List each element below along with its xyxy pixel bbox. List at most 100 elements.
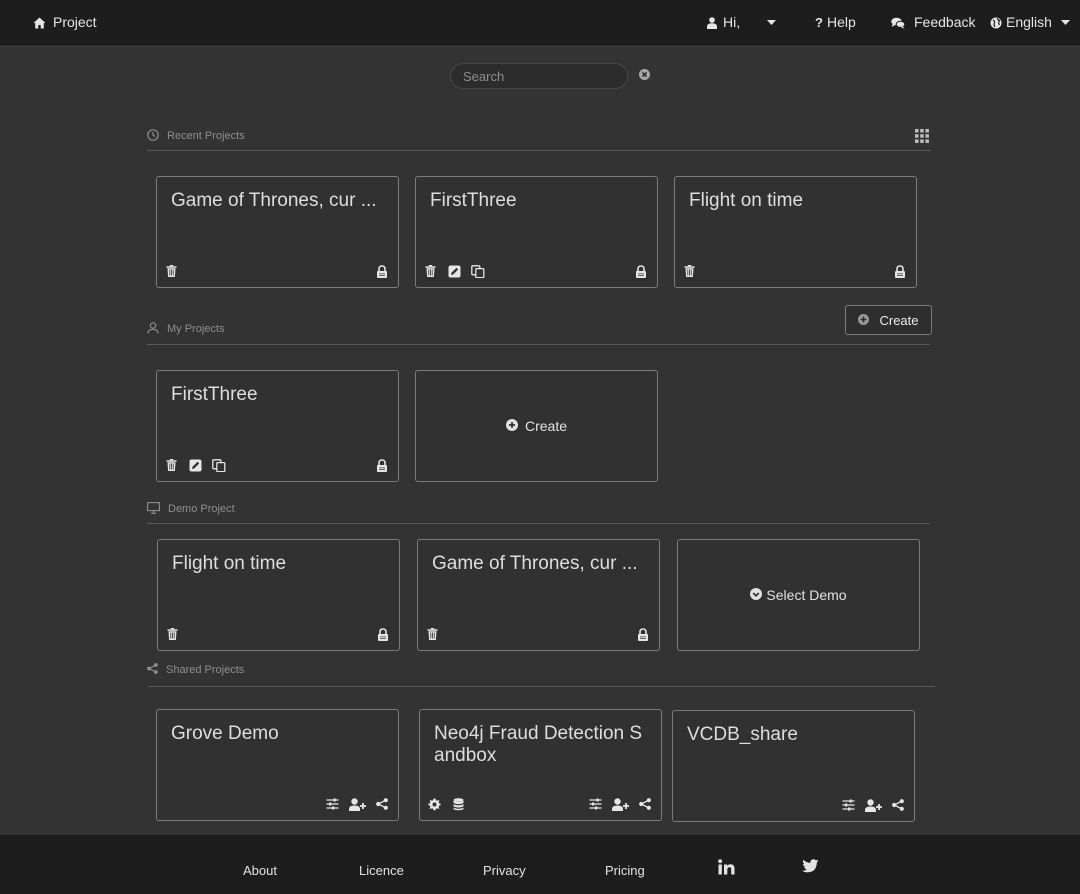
grid-view-icon[interactable] <box>915 129 931 143</box>
share-icon[interactable] <box>890 797 906 813</box>
project-title: Game of Thrones, cur ... <box>171 190 377 211</box>
footer-about-link[interactable]: About <box>243 863 277 878</box>
top-navbar: Project Hi, ? Help Feedback English <box>0 0 1080 45</box>
recent-projects-title: Recent Projects <box>167 130 245 142</box>
search-input[interactable] <box>463 68 639 84</box>
trash-icon[interactable] <box>163 263 179 279</box>
project-title: Flight on time <box>689 190 804 211</box>
edit-icon[interactable] <box>446 263 462 279</box>
user-plus-icon[interactable] <box>864 797 882 813</box>
my-projects-header: My Projects <box>147 319 224 339</box>
create-project-card[interactable]: Create <box>415 370 658 482</box>
lock-icon <box>633 263 649 279</box>
language-selector[interactable]: English <box>990 0 1070 45</box>
desktop-icon <box>147 501 160 517</box>
lock-icon <box>635 626 651 642</box>
linkedin-icon[interactable] <box>718 859 735 880</box>
demo-project-title: Demo Project <box>168 503 235 515</box>
sliders-icon[interactable] <box>324 796 340 812</box>
check-circle-icon <box>750 587 763 603</box>
feedback-label: Feedback <box>914 14 976 30</box>
user-plus-icon[interactable] <box>611 796 629 812</box>
plus-circle-icon <box>505 418 518 434</box>
edit-icon[interactable] <box>187 457 203 473</box>
database-icon[interactable] <box>450 796 466 812</box>
sliders-icon[interactable] <box>587 796 603 812</box>
trash-icon[interactable] <box>681 263 697 279</box>
user-outline-icon <box>147 321 159 337</box>
user-dropdown-toggle[interactable] <box>767 0 776 45</box>
project-title: Game of Thrones, cur ... <box>432 553 638 574</box>
recent-project-card[interactable]: FirstThree <box>415 176 658 288</box>
recent-projects-header: Recent Projects <box>147 126 245 146</box>
lock-icon <box>374 263 390 279</box>
lock-icon <box>374 457 390 473</box>
create-card-label: Create <box>524 418 568 434</box>
globe-icon <box>990 15 1002 31</box>
demo-project-card[interactable]: Game of Thrones, cur ... <box>417 539 660 651</box>
demo-project-card[interactable]: Flight on time <box>157 539 400 651</box>
clock-icon <box>147 128 159 144</box>
recent-divider <box>147 150 931 151</box>
shared-projects-title: Shared Projects <box>166 664 245 676</box>
user-menu[interactable]: Hi, <box>707 0 740 45</box>
trash-icon[interactable] <box>163 457 179 473</box>
shared-project-card[interactable]: VCDB_share <box>672 710 915 822</box>
share-icon <box>147 663 158 677</box>
project-title: VCDB_share <box>687 724 798 745</box>
trash-icon[interactable] <box>164 626 180 642</box>
user-plus-icon[interactable] <box>348 796 366 812</box>
project-title: FirstThree <box>171 384 258 405</box>
recent-project-card[interactable]: Game of Thrones, cur ... <box>156 176 399 288</box>
gear-icon[interactable] <box>426 796 442 812</box>
home-icon <box>31 15 47 31</box>
plus-circle-icon <box>858 313 870 328</box>
footer-privacy-link[interactable]: Privacy <box>483 863 526 878</box>
help-link[interactable]: ? Help <box>815 0 856 45</box>
shared-project-card[interactable]: Grove Demo <box>156 709 399 821</box>
footer: About Licence Privacy Pricing <box>0 835 1080 894</box>
question-icon: ? <box>815 15 823 30</box>
copy-icon[interactable] <box>211 457 227 473</box>
user-greeting: Hi, <box>723 14 741 30</box>
caret-down-icon <box>1060 20 1070 25</box>
project-title: Grove Demo <box>171 723 279 744</box>
project-title: Flight on time <box>172 553 287 574</box>
my-divider <box>147 344 930 345</box>
shared-divider <box>148 686 935 687</box>
clear-search-icon[interactable] <box>639 67 650 85</box>
project-title: FirstThree <box>430 190 517 211</box>
comments-icon <box>890 15 906 31</box>
project-nav-label: Project <box>53 14 97 30</box>
demo-divider <box>147 523 930 524</box>
project-title: Neo4j Fraud Detection Sandbox <box>434 723 643 766</box>
twitter-icon[interactable] <box>802 859 819 878</box>
footer-licence-link[interactable]: Licence <box>359 863 404 878</box>
footer-pricing-link[interactable]: Pricing <box>605 863 645 878</box>
lock-icon <box>892 263 908 279</box>
language-label: English <box>1006 14 1052 30</box>
share-icon[interactable] <box>637 796 653 812</box>
shared-project-card[interactable]: Neo4j Fraud Detection Sandbox <box>419 709 662 821</box>
share-icon[interactable] <box>374 796 390 812</box>
user-icon <box>707 15 717 31</box>
shared-projects-header: Shared Projects <box>147 660 244 680</box>
create-project-button[interactable]: Create <box>845 305 932 335</box>
feedback-link[interactable]: Feedback <box>890 0 975 45</box>
trash-icon[interactable] <box>424 626 440 642</box>
select-demo-card[interactable]: Select Demo <box>677 539 920 651</box>
my-projects-title: My Projects <box>167 323 225 335</box>
sliders-icon[interactable] <box>840 797 856 813</box>
lock-icon <box>375 626 391 642</box>
project-nav-link[interactable]: Project <box>31 0 97 45</box>
search-box <box>450 63 650 89</box>
my-project-card[interactable]: FirstThree <box>156 370 399 482</box>
select-demo-label: Select Demo <box>766 587 847 603</box>
help-label: Help <box>826 14 856 30</box>
caret-down-icon <box>767 20 776 25</box>
copy-icon[interactable] <box>470 263 486 279</box>
demo-project-header: Demo Project <box>147 499 235 519</box>
recent-project-card[interactable]: Flight on time <box>674 176 917 288</box>
trash-icon[interactable] <box>422 263 438 279</box>
create-button-label: Create <box>879 312 919 328</box>
